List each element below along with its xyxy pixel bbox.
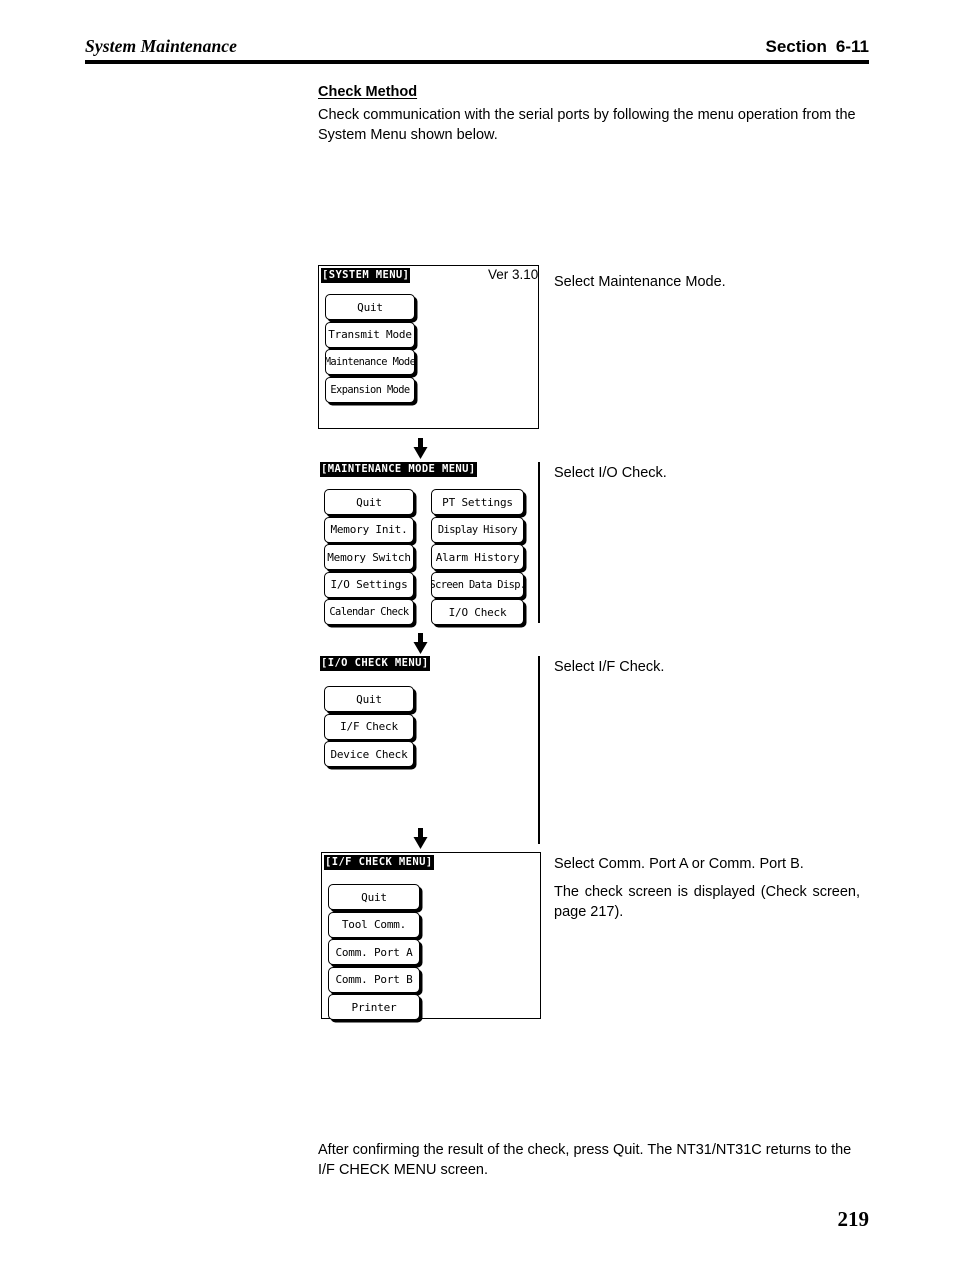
intro-body: Check communication with the serial port… [318, 106, 856, 143]
header-rule [85, 60, 869, 64]
step-note-line: Select I/F Check. [554, 659, 665, 675]
step-note-line: Select Maintenance Mode. [554, 274, 726, 290]
button-maintenance-mode-menu-screen-data-disp[interactable]: Screen Data Disp. [431, 571, 524, 598]
page-header: System Maintenance Section 6-11 [85, 27, 869, 65]
down-arrow-icon [413, 438, 428, 460]
button-system-menu-maintenance-mode[interactable]: Maintenance Mode [325, 349, 415, 375]
closing-paragraph: After confirming the result of the check… [318, 1142, 852, 1179]
section-number: 6-11 [835, 37, 869, 56]
intro-block: Check Method Check communication with th… [318, 83, 870, 145]
version-label-system-menu: Ver 3.10 [488, 267, 539, 282]
running-head-title: System Maintenance [85, 36, 238, 56]
button-maintenance-mode-menu-i-o-check[interactable]: I/O Check [431, 599, 524, 625]
step-note-maintenance-mode-menu: Select I/O Check. [554, 463, 874, 484]
button-system-menu-transmit-mode[interactable]: Transmit Mode [325, 321, 415, 348]
step-note-line: The check screen is displayed (Check scr… [554, 883, 860, 921]
button-io-check-menu-device-check[interactable]: Device Check [324, 741, 414, 767]
step-note-system-menu: Select Maintenance Mode. [554, 272, 874, 293]
screen-title-system-menu: [SYSTEM MENU] [321, 268, 411, 283]
down-arrow-icon [413, 633, 428, 655]
button-maintenance-mode-menu-memory-switch[interactable]: Memory Switch [324, 544, 414, 570]
step-note-line: Select Comm. Port A or Comm. Port B. [554, 856, 804, 872]
button-if-check-menu-tool-comm[interactable]: Tool Comm. [328, 911, 420, 938]
button-maintenance-mode-menu-i-o-settings[interactable]: I/O Settings [324, 571, 414, 598]
button-if-check-menu-printer[interactable]: Printer [328, 994, 420, 1020]
intro-heading: Check Method [318, 84, 418, 100]
button-maintenance-mode-menu-calendar-check[interactable]: Calendar Check [324, 599, 414, 625]
section-label: Section [765, 37, 827, 56]
screen-title-maintenance-mode-menu: [MAINTENANCE MODE MENU] [320, 462, 477, 477]
button-maintenance-mode-menu-memory-init[interactable]: Memory Init. [324, 516, 414, 543]
button-maintenance-mode-menu-alarm-history[interactable]: Alarm History [431, 544, 524, 570]
button-maintenance-mode-menu-quit[interactable]: Quit [324, 489, 414, 515]
button-io-check-menu-quit[interactable]: Quit [324, 686, 414, 712]
screen-title-io-check-menu: [I/O CHECK MENU] [320, 656, 430, 671]
step-note-if-check-menu: Select Comm. Port A or Comm. Port B. The … [554, 854, 860, 923]
button-maintenance-mode-menu-display-hisory[interactable]: Display Hisory [431, 516, 524, 543]
menu-flow-diagram: [SYSTEM MENU] Ver 3.10 Quit Transmit Mode Ma… [0, 0, 954, 1268]
down-arrow-icon [413, 828, 428, 850]
button-system-menu-quit[interactable]: Quit [325, 294, 415, 320]
page-number: 219 [837, 1207, 870, 1231]
screen-edge-rule-io-check-menu [538, 656, 540, 844]
screen-edge-rule-maintenance-mode-menu [538, 462, 540, 623]
button-io-check-menu-i-f-check[interactable]: I/F Check [324, 713, 414, 740]
screen-title-if-check-menu: [I/F CHECK MENU] [324, 855, 434, 870]
button-if-check-menu-comm-port-a[interactable]: Comm. Port A [328, 939, 420, 965]
button-if-check-menu-comm-port-b[interactable]: Comm. Port B [328, 966, 420, 993]
step-note-line: Select I/O Check. [554, 465, 667, 481]
section-reference: Section 6-11 [766, 37, 870, 57]
step-note-io-check-menu: Select I/F Check. [554, 657, 874, 678]
button-system-menu-expansion-mode[interactable]: Expansion Mode [325, 376, 415, 403]
button-maintenance-mode-menu-pt-settings[interactable]: PT Settings [431, 489, 524, 515]
button-if-check-menu-quit[interactable]: Quit [328, 884, 420, 910]
